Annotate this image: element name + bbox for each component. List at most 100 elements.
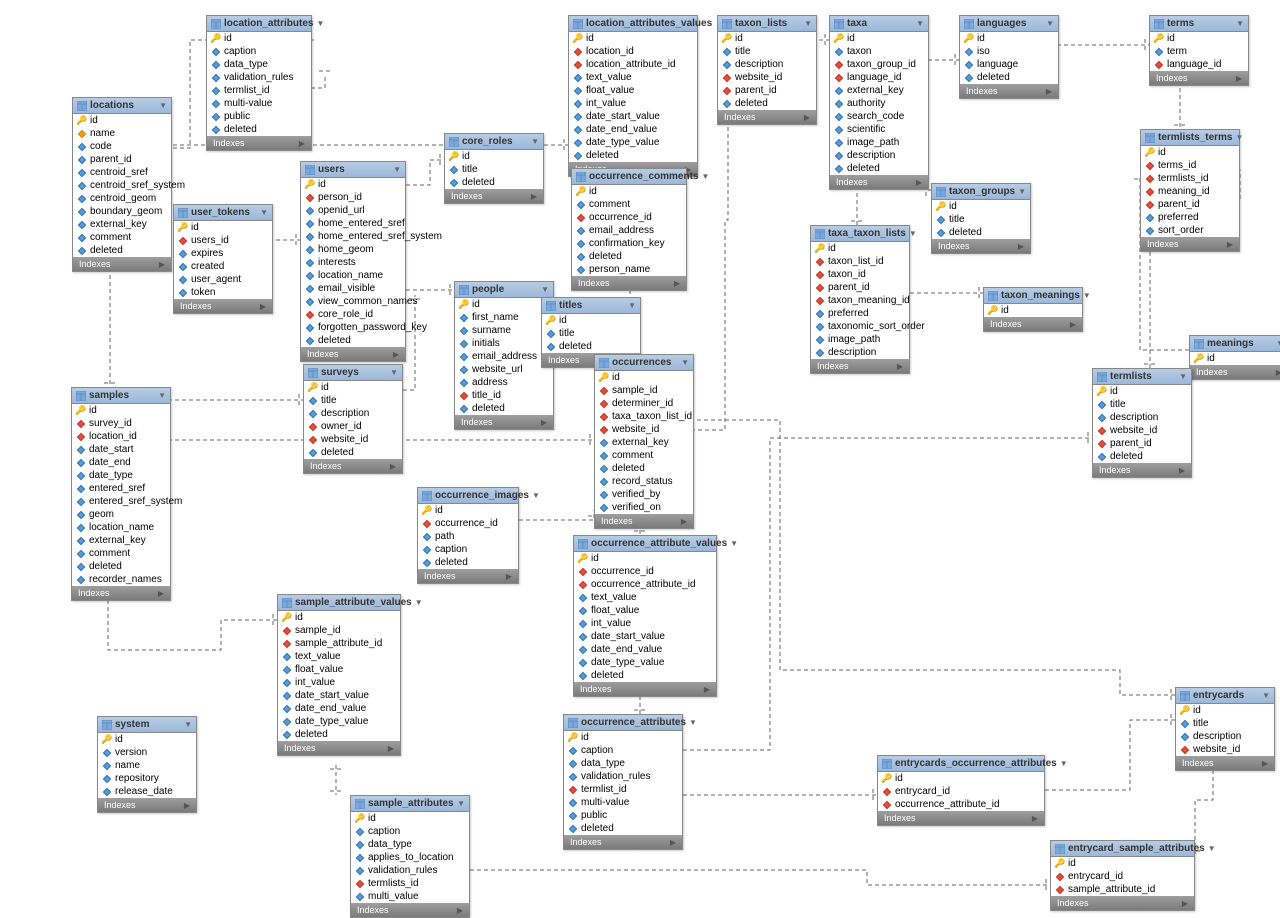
indexes-section[interactable]: Indexes▶ <box>718 110 816 124</box>
table-header[interactable]: user_tokens▼ <box>174 205 272 221</box>
indexes-section[interactable]: Indexes▶ <box>418 569 518 583</box>
indexes-section[interactable]: Indexes▶ <box>595 514 693 528</box>
collapse-icon[interactable]: ▼ <box>541 285 549 294</box>
collapse-icon[interactable]: ▼ <box>1018 187 1026 196</box>
collapse-icon[interactable]: ▼ <box>1046 19 1054 28</box>
collapse-icon[interactable]: ▼ <box>393 165 401 174</box>
collapse-icon[interactable]: ▼ <box>1083 291 1091 300</box>
table-header[interactable]: languages▼ <box>960 16 1058 32</box>
table-header[interactable]: occurrence_attributes▼ <box>564 715 682 731</box>
indexes-section[interactable]: Indexes▶ <box>1093 463 1191 477</box>
collapse-icon[interactable]: ▼ <box>1208 844 1216 853</box>
table-header[interactable]: people▼ <box>455 282 553 298</box>
table-header[interactable]: taxa_taxon_lists▼ <box>811 226 909 242</box>
indexes-section[interactable]: Indexes▶ <box>1190 365 1280 379</box>
table-occurrence_images[interactable]: occurrence_images▼🔑idoccurrence_idpathca… <box>417 487 519 584</box>
indexes-section[interactable]: Indexes▶ <box>301 347 405 361</box>
table-header[interactable]: sample_attributes▼ <box>351 796 469 812</box>
table-header[interactable]: occurrence_comments▼ <box>572 169 686 185</box>
table-sample_attributes[interactable]: sample_attributes▼🔑idcaptiondata_typeapp… <box>350 795 470 918</box>
collapse-icon[interactable]: ▼ <box>1060 759 1068 768</box>
table-taxa_taxon_lists[interactable]: taxa_taxon_lists▼🔑idtaxon_list_idtaxon_i… <box>810 225 910 374</box>
collapse-icon[interactable]: ▼ <box>681 358 689 367</box>
indexes-section[interactable]: Indexes▶ <box>207 136 311 150</box>
table-taxon_meanings[interactable]: taxon_meanings▼🔑idIndexes▶ <box>983 287 1083 332</box>
table-sample_attribute_values[interactable]: sample_attribute_values▼🔑idsample_idsamp… <box>277 594 401 756</box>
table-people[interactable]: people▼🔑idfirst_namesurnameinitialsemail… <box>454 281 554 430</box>
indexes-section[interactable]: Indexes▶ <box>73 257 171 271</box>
collapse-icon[interactable]: ▼ <box>702 172 710 181</box>
collapse-icon[interactable]: ▼ <box>1262 691 1270 700</box>
collapse-icon[interactable]: ▼ <box>804 19 812 28</box>
collapse-icon[interactable]: ▼ <box>628 301 636 310</box>
table-location_attributes[interactable]: location_attributes▼🔑idcaptiondata_typev… <box>206 15 312 151</box>
table-header[interactable]: termlists_terms▼ <box>1141 130 1239 146</box>
collapse-icon[interactable]: ▼ <box>730 539 738 548</box>
indexes-section[interactable]: Indexes▶ <box>72 586 170 600</box>
table-header[interactable]: titles▼ <box>542 298 640 314</box>
table-header[interactable]: occurrences▼ <box>595 355 693 371</box>
table-header[interactable]: system▼ <box>98 717 196 733</box>
table-header[interactable]: samples▼ <box>72 388 170 404</box>
table-header[interactable]: taxon_meanings▼ <box>984 288 1082 304</box>
table-termlists[interactable]: termlists▼🔑idtitledescriptionwebsite_idp… <box>1092 368 1192 478</box>
table-header[interactable]: core_roles▼ <box>445 134 543 150</box>
indexes-section[interactable]: Indexes▶ <box>564 835 682 849</box>
collapse-icon[interactable]: ▼ <box>689 718 697 727</box>
table-occurrences[interactable]: occurrences▼🔑idsample_iddeterminer_idtax… <box>594 354 694 529</box>
table-taxon_lists[interactable]: taxon_lists▼🔑idtitledescriptionwebsite_i… <box>717 15 817 125</box>
collapse-icon[interactable]: ▼ <box>457 799 465 808</box>
indexes-section[interactable]: Indexes▶ <box>932 239 1030 253</box>
table-header[interactable]: users▼ <box>301 162 405 178</box>
collapse-icon[interactable]: ▼ <box>159 101 167 110</box>
collapse-icon[interactable]: ▼ <box>1236 19 1244 28</box>
indexes-section[interactable]: Indexes▶ <box>960 84 1058 98</box>
table-occurrence_attribute_values[interactable]: occurrence_attribute_values▼🔑idoccurrenc… <box>573 535 717 697</box>
indexes-section[interactable]: Indexes▶ <box>1176 756 1274 770</box>
table-header[interactable]: terms▼ <box>1150 16 1248 32</box>
table-header[interactable]: location_attributes_values▼ <box>569 16 697 32</box>
table-header[interactable]: location_attributes▼ <box>207 16 311 32</box>
table-taxon_groups[interactable]: taxon_groups▼🔑idtitledeletedIndexes▶ <box>931 183 1031 254</box>
indexes-section[interactable]: Indexes▶ <box>830 175 928 189</box>
collapse-icon[interactable]: ▼ <box>1179 372 1187 381</box>
table-system[interactable]: system▼🔑idversionnamerepositoryrelease_d… <box>97 716 197 813</box>
indexes-section[interactable]: Indexes▶ <box>574 682 716 696</box>
collapse-icon[interactable]: ▼ <box>390 368 398 377</box>
collapse-icon[interactable]: ▼ <box>909 229 917 238</box>
table-header[interactable]: taxon_lists▼ <box>718 16 816 32</box>
indexes-section[interactable]: Indexes▶ <box>174 299 272 313</box>
table-header[interactable]: taxa▼ <box>830 16 928 32</box>
collapse-icon[interactable]: ▼ <box>531 137 539 146</box>
indexes-section[interactable]: Indexes▶ <box>445 189 543 203</box>
table-terms[interactable]: terms▼🔑idtermlanguage_idIndexes▶ <box>1149 15 1249 86</box>
table-taxa[interactable]: taxa▼🔑idtaxontaxon_group_idlanguage_idex… <box>829 15 929 190</box>
collapse-icon[interactable]: ▼ <box>184 720 192 729</box>
table-entrycard_sample_attributes[interactable]: entrycard_sample_attributes▼🔑identrycard… <box>1050 840 1195 911</box>
indexes-section[interactable]: Indexes▶ <box>455 415 553 429</box>
table-users[interactable]: users▼🔑idperson_idopenid_urlhome_entered… <box>300 161 406 362</box>
indexes-section[interactable]: Indexes▶ <box>98 798 196 812</box>
table-header[interactable]: entrycard_sample_attributes▼ <box>1051 841 1194 857</box>
indexes-section[interactable]: Indexes▶ <box>984 317 1082 331</box>
table-header[interactable]: occurrence_attribute_values▼ <box>574 536 716 552</box>
indexes-section[interactable]: Indexes▶ <box>304 459 402 473</box>
table-entrycards[interactable]: entrycards▼🔑idtitledescriptionwebsite_id… <box>1175 687 1275 771</box>
indexes-section[interactable]: Indexes▶ <box>878 811 1044 825</box>
collapse-icon[interactable]: ▼ <box>1276 339 1280 348</box>
table-languages[interactable]: languages▼🔑idisolanguagedeletedIndexes▶ <box>959 15 1059 99</box>
table-header[interactable]: meanings▼ <box>1190 336 1280 352</box>
table-header[interactable]: occurrence_images▼ <box>418 488 518 504</box>
collapse-icon[interactable]: ▼ <box>415 598 423 607</box>
indexes-section[interactable]: Indexes▶ <box>351 903 469 917</box>
indexes-section[interactable]: Indexes▶ <box>572 276 686 290</box>
table-header[interactable]: surveys▼ <box>304 365 402 381</box>
collapse-icon[interactable]: ▼ <box>1235 133 1243 142</box>
table-user_tokens[interactable]: user_tokens▼🔑idusers_idexpirescreateduse… <box>173 204 273 314</box>
collapse-icon[interactable]: ▼ <box>158 391 166 400</box>
table-header[interactable]: locations▼ <box>73 98 171 114</box>
table-termlists_terms[interactable]: termlists_terms▼🔑idterms_idtermlists_idm… <box>1140 129 1240 252</box>
table-core_roles[interactable]: core_roles▼🔑idtitledeletedIndexes▶ <box>444 133 544 204</box>
indexes-section[interactable]: Indexes▶ <box>1141 237 1239 251</box>
indexes-section[interactable]: Indexes▶ <box>1150 71 1248 85</box>
